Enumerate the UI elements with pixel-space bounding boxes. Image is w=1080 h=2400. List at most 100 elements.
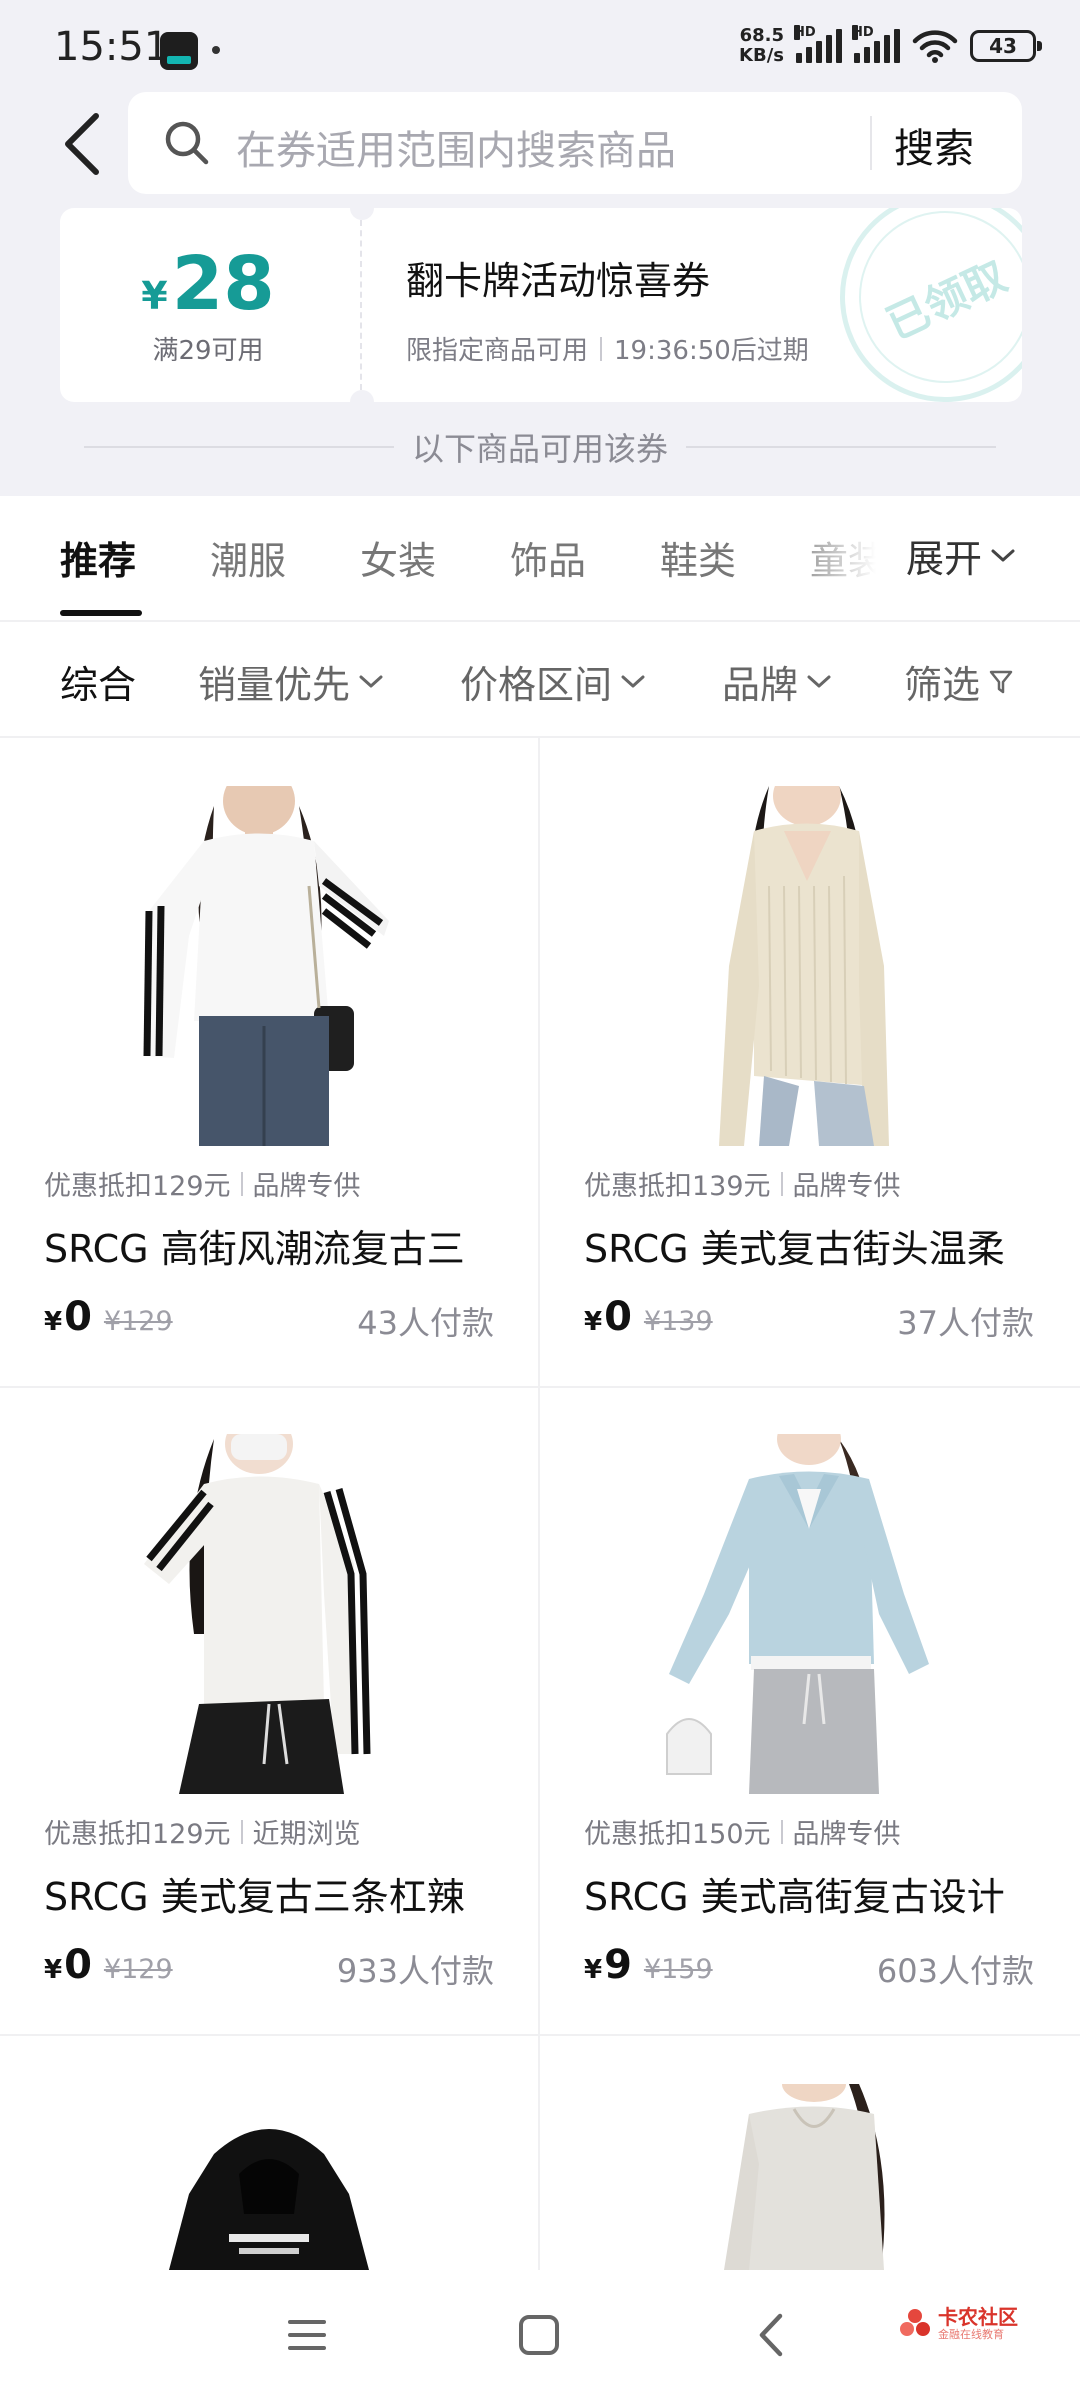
- product-title[interactable]: SRCG 美式复古三条杠辣: [44, 1866, 494, 1921]
- back-arrow-icon[interactable]: [60, 112, 104, 176]
- product-discount: 优惠抵扣139元: [584, 1171, 771, 1202]
- search-button[interactable]: 搜索: [894, 116, 974, 174]
- funnel-icon: [989, 670, 1013, 693]
- product-price: ¥ 9 ¥159: [584, 1942, 713, 1988]
- tab-streetwear[interactable]: 潮服: [210, 530, 286, 585]
- product-promo: 优惠抵扣129元 近期浏览: [44, 1812, 361, 1851]
- product-discount: 优惠抵扣129元: [44, 1819, 231, 1850]
- watermark-subtitle: 金融在线教育: [938, 2328, 1004, 2341]
- tab-shoes[interactable]: 鞋类: [660, 530, 736, 585]
- product-image[interactable]: [44, 1434, 494, 1794]
- sort-by-sales[interactable]: 销量优先: [198, 654, 384, 709]
- price-value: 0: [604, 1294, 632, 1340]
- product-promo: 优惠抵扣139元 品牌专供: [584, 1164, 901, 1203]
- product-price: ¥ 0 ¥129: [44, 1942, 173, 1988]
- watermark: 卡农社区 金融在线教育: [898, 2306, 1018, 2341]
- brand-filter[interactable]: 品牌: [722, 654, 832, 709]
- home-icon[interactable]: [512, 2308, 566, 2362]
- brand-label: 品牌: [722, 663, 799, 707]
- sort-filter-bar: 综合 销量优先 价格区间 品牌 筛选: [0, 622, 1080, 738]
- product-card[interactable]: 优惠抵扣129元 品牌专供 SRCG 高街风潮流复古三 ¥ 0 ¥129 43人…: [0, 738, 538, 1386]
- sales-count: 37人付款: [897, 1304, 1034, 1342]
- coupon-scope: 限指定商品可用: [406, 336, 589, 366]
- signal-hd-label: HD: [794, 25, 816, 40]
- product-card[interactable]: [540, 2034, 1078, 2270]
- product-price: ¥ 0 ¥129: [44, 1294, 173, 1340]
- tab-accessories[interactable]: 饰品: [510, 530, 586, 585]
- search-input[interactable]: 在券适用范围内搜索商品: [236, 118, 676, 176]
- coupon-value-section: ¥ 28 满29可用: [60, 208, 356, 402]
- expand-categories-button[interactable]: 展开: [906, 528, 1016, 583]
- cell-signal-icon-1: HD: [794, 25, 842, 63]
- product-title[interactable]: SRCG 美式复古街头温柔: [584, 1218, 1034, 1273]
- product-price: ¥ 0 ¥139: [584, 1294, 713, 1340]
- coupon-title: 翻卡牌活动惊喜券: [406, 259, 711, 303]
- original-price: ¥159: [643, 1954, 713, 1985]
- sales-count: 603人付款: [876, 1952, 1034, 1990]
- beige-knit-top-image: [659, 786, 959, 1146]
- system-navigation-bar: 卡农社区 金融在线教育: [0, 2270, 1080, 2400]
- coupon-amount: ¥ 28: [141, 244, 274, 324]
- network-speed-unit: KB/s: [739, 45, 784, 66]
- network-speed: 68.5 KB/s: [730, 26, 784, 66]
- original-price: ¥139: [643, 1306, 713, 1337]
- product-title[interactable]: SRCG 高街风潮流复古三: [44, 1218, 494, 1273]
- coupon-conditions: 限指定商品可用 19:36:50后过期: [406, 330, 809, 367]
- sales-count: 933人付款: [336, 1952, 494, 1990]
- product-tag: 品牌专供: [792, 1171, 901, 1202]
- status-indicators: 68.5 KB/s HD HD 43: [730, 25, 1042, 66]
- product-image[interactable]: [44, 786, 494, 1146]
- coupon-currency: ¥: [141, 273, 168, 318]
- product-title[interactable]: SRCG 美式高街复古设计: [584, 1866, 1034, 1921]
- expand-label: 展开: [906, 537, 983, 581]
- category-tabs: 推荐 潮服 女装 饰品 鞋类 童装 展开: [0, 496, 1080, 622]
- back-icon[interactable]: [746, 2308, 800, 2362]
- sort-comprehensive[interactable]: 综合: [60, 654, 136, 709]
- search-icon: [165, 121, 209, 165]
- product-card[interactable]: 优惠抵扣129元 近期浏览 SRCG 美式复古三条杠辣 ¥ 0 ¥129 933…: [0, 1386, 538, 2034]
- filter-button[interactable]: 筛选: [904, 654, 1014, 709]
- search-bar[interactable]: 在券适用范围内搜索商品 搜索: [128, 92, 1022, 194]
- signal-hd-label: HD: [852, 25, 874, 40]
- price-currency: ¥: [584, 1307, 603, 1337]
- price-value: 0: [64, 1294, 92, 1340]
- watermark-title: 卡农社区: [938, 2305, 1018, 2329]
- filter-label: 筛选: [904, 663, 981, 707]
- coupon-notch: [350, 390, 374, 402]
- status-time: 15:51: [54, 24, 170, 70]
- product-image[interactable]: [584, 2084, 1034, 2270]
- coupon-divider: [360, 220, 362, 390]
- network-speed-value: 68.5: [739, 25, 784, 46]
- menu-icon[interactable]: [280, 2308, 334, 2362]
- product-promo: 优惠抵扣150元 品牌专供: [584, 1812, 901, 1851]
- status-bar: 15:51 68.5 KB/s HD HD 43: [0, 0, 1080, 96]
- claimed-stamp-text: 已领取: [878, 250, 1014, 349]
- price-range-filter[interactable]: 价格区间: [460, 654, 646, 709]
- product-image[interactable]: [584, 786, 1034, 1146]
- coupon-threshold: 满29可用: [152, 335, 264, 366]
- cell-signal-icon-2: HD: [852, 25, 900, 63]
- white-three-stripe-top-image: [119, 1434, 419, 1794]
- price-currency: ¥: [584, 1955, 603, 1985]
- product-card[interactable]: 优惠抵扣150元 品牌专供 SRCG 美式高街复古设计 ¥ 9 ¥159 603…: [540, 1386, 1078, 2034]
- black-hoodie-image: [169, 2129, 369, 2270]
- product-card[interactable]: 优惠抵扣139元 品牌专供 SRCG 美式复古街头温柔 ¥ 0 ¥139 37人…: [540, 738, 1078, 1386]
- tab-womenswear[interactable]: 女装: [360, 530, 436, 585]
- product-image[interactable]: [44, 2114, 494, 2270]
- price-currency: ¥: [44, 1307, 63, 1337]
- applicable-products-note: 以下商品可用该券: [0, 424, 1080, 470]
- product-tag: 品牌专供: [252, 1171, 361, 1202]
- product-image[interactable]: [584, 1434, 1034, 1794]
- sort-by-sales-label: 销量优先: [198, 663, 351, 707]
- coupon-expiry: 19:36:50后过期: [614, 336, 809, 366]
- tab-recommended[interactable]: 推荐: [60, 530, 136, 585]
- blue-polo-top-image: [659, 1434, 959, 1794]
- chevron-down-icon: [359, 675, 383, 687]
- product-card[interactable]: [0, 2034, 538, 2270]
- product-tag: 品牌专供: [792, 1819, 901, 1850]
- product-discount: 优惠抵扣150元: [584, 1819, 771, 1850]
- product-grid: 优惠抵扣129元 品牌专供 SRCG 高街风潮流复古三 ¥ 0 ¥129 43人…: [0, 738, 1080, 2270]
- price-range-label: 价格区间: [460, 663, 613, 707]
- price-value: 9: [604, 1942, 632, 1988]
- product-promo: 优惠抵扣129元 品牌专供: [44, 1164, 361, 1203]
